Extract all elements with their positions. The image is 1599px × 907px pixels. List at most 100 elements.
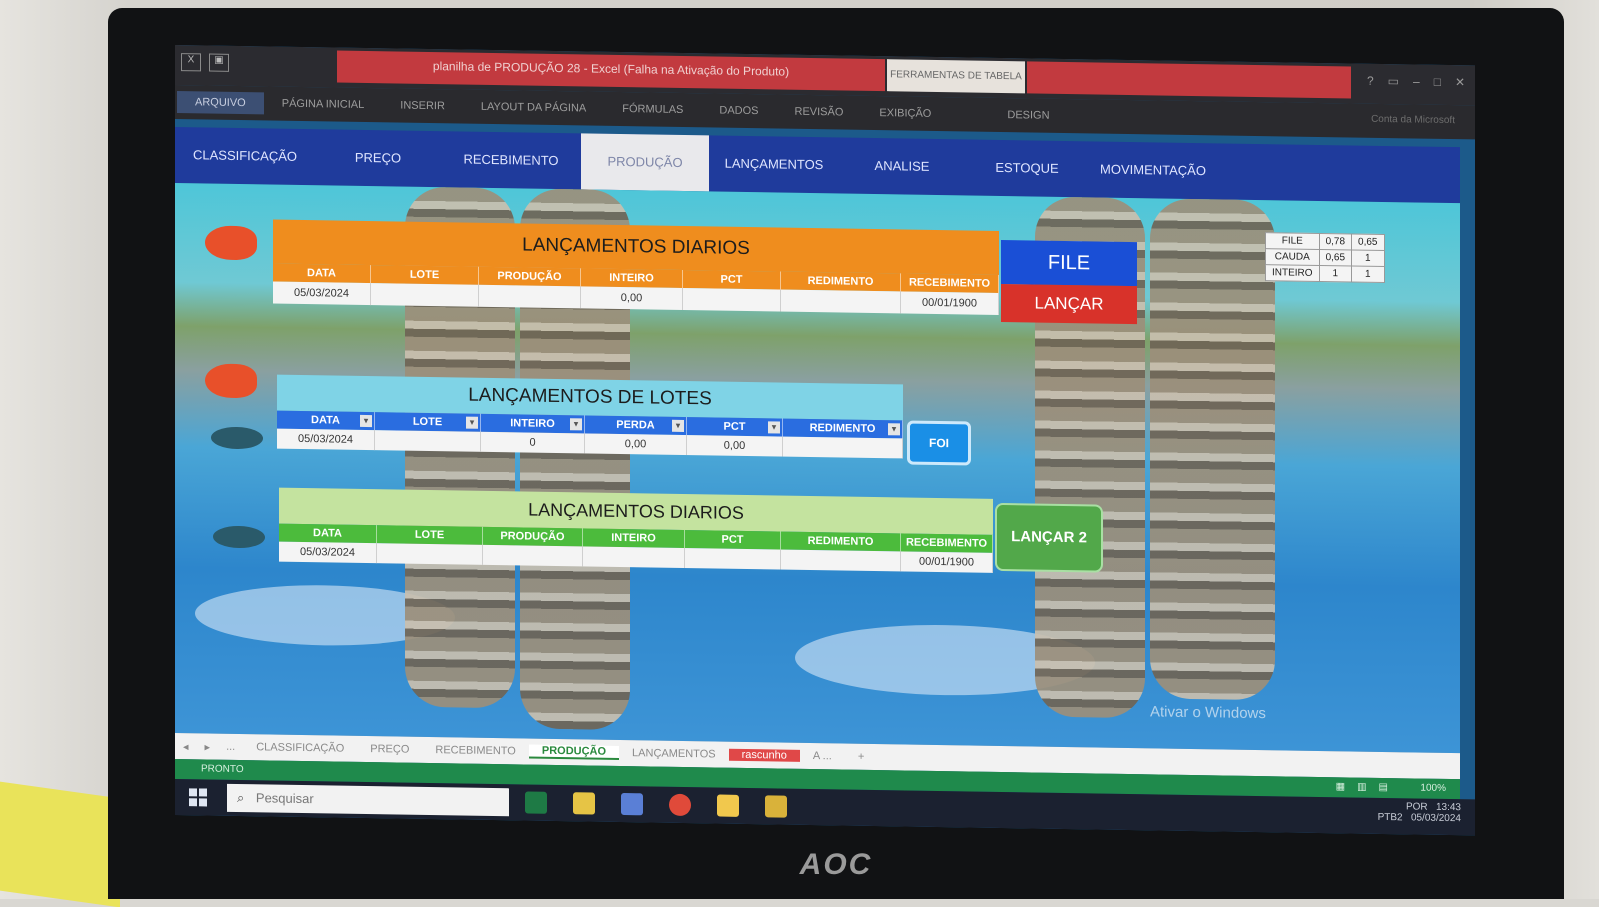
scroll-right-icon[interactable]: ▸ <box>197 740 219 753</box>
sheet-tab-recebimento[interactable]: RECEBIMENTO <box>422 744 528 758</box>
sheet-tab-more[interactable]: A ... <box>800 750 845 763</box>
cell-producao[interactable] <box>479 284 581 309</box>
table-cell[interactable]: 0,78 <box>1319 233 1352 250</box>
nav-lancamentos[interactable]: LANÇAMENTOS <box>709 135 839 193</box>
cell-lote[interactable] <box>371 283 479 307</box>
filter-dropdown-icon[interactable]: ▾ <box>466 416 478 429</box>
column-header: PCT <box>685 530 781 550</box>
nav-classificacao[interactable]: CLASSIFICAÇÃO <box>175 127 315 185</box>
scroll-left-icon[interactable]: ◂ <box>175 740 197 753</box>
account-link[interactable]: Conta da Microsoft <box>1371 114 1455 126</box>
filter-dropdown-icon[interactable]: ▾ <box>768 421 780 434</box>
cell-producao[interactable] <box>483 544 583 567</box>
tray-layout[interactable]: PTB2 05/03/2024 <box>1378 812 1461 824</box>
powerbi-icon[interactable] <box>765 795 787 818</box>
filter-dropdown-icon[interactable]: ▾ <box>888 423 900 436</box>
minimize-icon[interactable]: – <box>1413 74 1420 88</box>
close-icon[interactable]: ✕ <box>1455 75 1465 89</box>
tab-inserir[interactable]: INSERIR <box>382 99 463 113</box>
cell-data[interactable]: 05/03/2024 <box>277 428 375 451</box>
table-cell[interactable]: 0,65 <box>1351 233 1384 251</box>
cell-data[interactable]: 05/03/2024 <box>273 281 371 306</box>
cell-redimento[interactable] <box>781 549 901 572</box>
quick-access-toolbar: X ▣ <box>181 53 229 72</box>
nav-producao[interactable]: PRODUÇÃO <box>581 133 709 192</box>
cell-redimento[interactable] <box>781 289 901 314</box>
help-icon[interactable]: ? <box>1367 74 1374 88</box>
nav-preco[interactable]: PREÇO <box>315 129 441 187</box>
nav-estoque[interactable]: ESTOQUE <box>965 139 1089 197</box>
sheet-tab-classificacao[interactable]: CLASSIFICAÇÃO <box>243 741 357 755</box>
tab-pagina-inicial[interactable]: PÁGINA INICIAL <box>264 97 383 111</box>
column-header: LOTE <box>377 525 483 545</box>
filter-dropdown-icon[interactable]: ▾ <box>570 418 582 431</box>
nav-analise[interactable]: ANALISE <box>839 137 965 195</box>
cell-pct[interactable] <box>685 548 781 570</box>
chrome-icon[interactable] <box>669 793 691 817</box>
tab-exibicao[interactable]: EXIBIÇÃO <box>861 107 949 120</box>
sheet-tab-producao[interactable]: PRODUÇÃO <box>528 744 620 760</box>
sheet-content: LANÇAMENTOS DIARIOS DATA LOTE PRODUÇÃO I… <box>175 183 1460 754</box>
lancar2-button[interactable]: LANÇAR 2 <box>995 502 1103 573</box>
table-cell[interactable]: 1 <box>1319 265 1352 282</box>
screen: X ▣ planilha de PRODUÇÃO 28 - Excel (Fal… <box>175 45 1475 836</box>
file-explorer-icon[interactable] <box>717 794 739 817</box>
cell-inteiro[interactable]: 0,00 <box>581 286 683 310</box>
foi-button[interactable]: FOI <box>907 420 971 466</box>
clock-date: 05/03/2024 <box>1410 812 1461 825</box>
sheet-tab-preco[interactable]: PREÇO <box>357 743 422 756</box>
save-icon[interactable]: ▣ <box>209 53 229 72</box>
taskbar-search[interactable]: ⌕ Pesquisar <box>227 783 509 817</box>
cell-lote[interactable] <box>375 430 481 452</box>
column-header: RECEBIMENTO <box>901 533 993 553</box>
search-icon: ⌕ <box>237 789 245 806</box>
cell-inteiro[interactable]: 0 <box>481 431 585 454</box>
factor-table: FILE 0,78 0,65 CAUDA 0,65 1 INTEIRO 1 1 <box>1265 232 1385 284</box>
tab-formulas[interactable]: FÓRMULAS <box>604 103 701 117</box>
tab-arquivo[interactable]: ARQUIVO <box>177 91 264 115</box>
chart-app-icon[interactable] <box>573 792 595 815</box>
file-button[interactable]: FILE <box>1001 239 1137 287</box>
view-buttons[interactable]: ▦▥▤ <box>1336 777 1400 798</box>
cell-pct[interactable]: 0,00 <box>687 435 783 457</box>
cell-recebimento[interactable]: 00/01/1900 <box>901 291 999 315</box>
filter-dropdown-icon[interactable]: ▾ <box>672 419 684 432</box>
cell-inteiro[interactable] <box>583 546 685 569</box>
table-cell[interactable]: 1 <box>1351 249 1384 267</box>
cell-data[interactable]: 05/03/2024 <box>279 541 377 564</box>
nav-movimentacao[interactable]: MOVIMENTAÇÃO <box>1089 141 1217 199</box>
filter-dropdown-icon[interactable]: ▾ <box>360 414 372 428</box>
tab-layout[interactable]: LAYOUT DA PÁGINA <box>463 101 604 115</box>
column-header: INTEIRO <box>581 268 683 288</box>
table-cell[interactable]: 0,65 <box>1319 249 1352 266</box>
excel-icon[interactable]: X <box>181 53 201 72</box>
column-header: REDIMENTO <box>781 271 901 292</box>
cell-perda[interactable]: 0,00 <box>585 433 687 456</box>
table-cell[interactable]: CAUDA <box>1265 248 1320 266</box>
tab-dados[interactable]: DADOS <box>701 104 776 118</box>
table-cell[interactable]: 1 <box>1351 265 1384 283</box>
column-header: REDIMENTO ▾ <box>783 418 903 439</box>
tab-revisao[interactable]: REVISÃO <box>777 105 862 119</box>
add-sheet-icon[interactable]: + <box>845 751 877 764</box>
zoom-level[interactable]: 100% <box>1420 779 1446 799</box>
table-cell[interactable]: INTEIRO <box>1265 264 1320 282</box>
sheet-tabs-more[interactable]: ... <box>218 741 243 753</box>
cell-lote[interactable] <box>377 543 483 565</box>
sheet-tab-rascunho[interactable]: rascunho <box>728 748 800 762</box>
windows-start-icon[interactable] <box>189 788 207 807</box>
maximize-icon[interactable]: □ <box>1434 75 1441 89</box>
table-cell[interactable]: FILE <box>1265 232 1320 250</box>
nav-recebimento[interactable]: RECEBIMENTO <box>441 131 581 189</box>
search-input[interactable]: Pesquisar <box>256 790 314 806</box>
monitor-brand: AOC <box>799 848 873 881</box>
cell-redimento[interactable] <box>783 436 903 459</box>
tab-design[interactable]: DESIGN <box>989 109 1067 122</box>
ribbon-display-icon[interactable]: ▭ <box>1388 74 1399 88</box>
lancar-button[interactable]: LANÇAR <box>1001 283 1137 325</box>
excel-taskbar-icon[interactable] <box>525 791 547 814</box>
cell-recebimento[interactable]: 00/01/1900 <box>901 551 993 573</box>
cell-pct[interactable] <box>683 287 781 312</box>
calculator-icon[interactable] <box>621 793 643 816</box>
sheet-tab-lancamentos[interactable]: LANÇAMENTOS <box>619 747 729 761</box>
